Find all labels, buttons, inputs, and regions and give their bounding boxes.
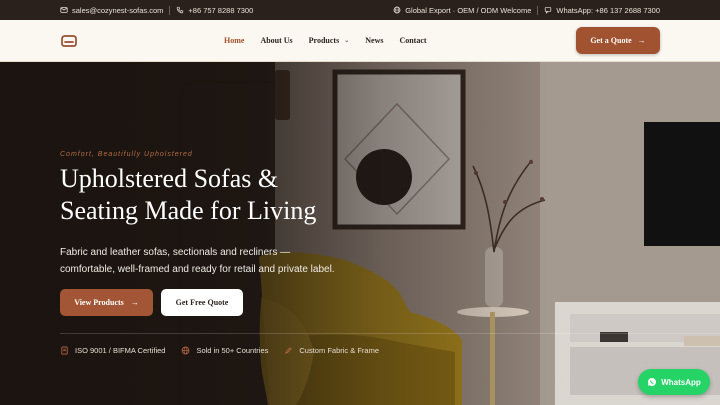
- global-export-text: Global Export · OEM / ODM Welcome: [405, 5, 532, 15]
- get-a-quote-label: Get a Quote: [590, 36, 632, 45]
- description-line-1: Fabric and leather sofas, sectionals and…: [60, 247, 291, 258]
- get-free-quote-label: Get Free Quote: [175, 298, 229, 307]
- topbar-separator: [169, 5, 171, 15]
- pen-icon: [285, 347, 293, 355]
- get-free-quote-button[interactable]: Get Free Quote: [161, 289, 243, 316]
- trust-features: ISO 9001 / BIFMA Certified Sold in 50+ C…: [60, 346, 379, 355]
- chevron-down-icon: ⌄: [344, 38, 350, 44]
- nav-menu: Home About Us Products ⌄ News Contact: [224, 36, 427, 45]
- headline-line-2: Seating Made for Living: [60, 196, 317, 225]
- sofa-icon[interactable]: [60, 34, 78, 48]
- whatsapp-chat-button[interactable]: WhatsApp: [638, 369, 710, 395]
- whatsapp-text: WhatsApp: +86 137 2688 7300: [556, 5, 660, 15]
- view-products-button[interactable]: View Products →: [60, 289, 153, 316]
- hero-section: Comfort, Beautifully Upholstered Upholst…: [0, 62, 720, 405]
- hero-headline: Upholstered Sofas & Seating Made for Liv…: [60, 163, 390, 227]
- nav-item-products[interactable]: Products ⌄: [309, 36, 350, 45]
- arrow-right-icon: →: [637, 36, 646, 45]
- email-contact[interactable]: sales@cozynest-sofas.com: [60, 6, 163, 15]
- mail-icon: [60, 7, 68, 13]
- nav-item-contact[interactable]: Contact: [399, 36, 426, 45]
- whatsapp-icon: [648, 378, 657, 386]
- global-export-note: Global Export · OEM / ODM Welcome: [393, 6, 531, 15]
- feature-label: Sold in 50+ Countries: [196, 346, 269, 355]
- main-navigation: Home About Us Products ⌄ News Contact Ge…: [0, 20, 720, 62]
- topbar-separator: [537, 5, 539, 15]
- arrow-right-icon: →: [130, 298, 139, 307]
- products-label: Products: [308, 36, 340, 45]
- feature-certification: ISO 9001 / BIFMA Certified: [60, 346, 165, 355]
- certificate-icon: [61, 346, 68, 355]
- topbar-left: sales@cozynest-sofas.com +86 757 8288 73…: [60, 5, 253, 15]
- description-line-2: comfortable, well-framed and ready for r…: [60, 264, 335, 275]
- feature-label: ISO 9001 / BIFMA Certified: [75, 346, 166, 355]
- headline-line-1: Upholstered Sofas &: [60, 164, 279, 193]
- hero-actions: View Products → Get Free Quote: [60, 289, 243, 316]
- whatsapp-label: WhatsApp: [661, 377, 701, 387]
- nav-item-news[interactable]: News: [365, 36, 383, 45]
- globe-icon: [182, 346, 190, 355]
- feature-global-sales: Sold in 50+ Countries: [181, 346, 268, 355]
- chat-icon: [545, 7, 552, 14]
- nav-item-home[interactable]: Home: [224, 36, 244, 45]
- phone-text: +86 757 8288 7300: [188, 5, 254, 15]
- view-products-label: View Products: [74, 298, 124, 307]
- phone-icon: [177, 6, 184, 14]
- hero-divider: [60, 333, 720, 334]
- nav-item-about-us[interactable]: About Us: [260, 36, 292, 45]
- get-a-quote-button[interactable]: Get a Quote →: [576, 27, 660, 54]
- email-text: sales@cozynest-sofas.com: [72, 5, 164, 15]
- hero-description: Fabric and leather sofas, sectionals and…: [60, 244, 360, 278]
- feature-label: Custom Fabric & Frame: [299, 346, 379, 355]
- top-contact-bar: sales@cozynest-sofas.com +86 757 8288 73…: [0, 0, 720, 20]
- globe-icon: [393, 6, 401, 14]
- feature-customization: Custom Fabric & Frame: [284, 346, 379, 355]
- phone-contact[interactable]: +86 757 8288 7300: [176, 6, 253, 15]
- topbar-right: Global Export · OEM / ODM Welcome WhatsA…: [393, 5, 660, 15]
- hero-kicker: Comfort, Beautifully Upholstered: [60, 151, 193, 158]
- whatsapp-contact[interactable]: WhatsApp: +86 137 2688 7300: [544, 6, 660, 15]
